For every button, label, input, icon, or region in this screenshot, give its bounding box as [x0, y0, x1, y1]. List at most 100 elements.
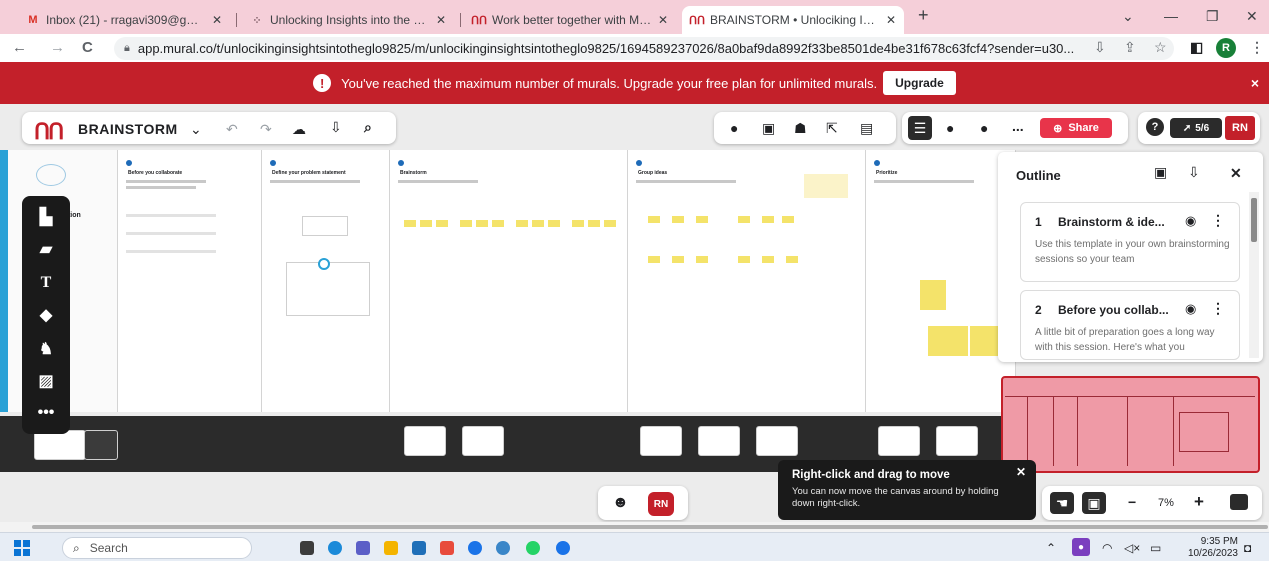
- restore-button[interactable]: ❐: [1206, 8, 1219, 25]
- windows-start-icon[interactable]: [14, 540, 30, 556]
- visibility-eye-icon[interactable]: ◉: [1185, 213, 1196, 229]
- emoji-icon[interactable]: ☻: [612, 494, 629, 512]
- teams-icon[interactable]: [356, 541, 370, 555]
- close-banner-icon[interactable]: ×: [1251, 75, 1259, 91]
- icons-library-icon[interactable]: ♞: [35, 338, 57, 360]
- frame-thumbnail[interactable]: [878, 426, 920, 456]
- share-page-icon[interactable]: ⇪: [1124, 39, 1136, 56]
- right-click-pan-icon[interactable]: ☚: [1050, 492, 1074, 514]
- frame-thumbnail[interactable]: [756, 426, 798, 456]
- bookmark-star-icon[interactable]: ☆: [1154, 39, 1167, 56]
- timer-button[interactable]: ➚ 5/6: [1170, 118, 1222, 138]
- zoom-out-button[interactable]: −: [1128, 494, 1136, 510]
- comments-icon[interactable]: ▣: [762, 120, 775, 137]
- more-options-icon[interactable]: ...: [1012, 118, 1024, 134]
- private-mode-icon[interactable]: ☗: [794, 120, 807, 137]
- zoom-level[interactable]: 7%: [1158, 497, 1174, 509]
- frame-thumbnail[interactable]: [698, 426, 740, 456]
- frame-thumbnail[interactable]: [936, 426, 978, 456]
- panel-group-ideas[interactable]: Group ideas: [628, 150, 866, 412]
- battery-icon[interactable]: ▭: [1150, 541, 1161, 555]
- user-avatar[interactable]: RN: [1225, 116, 1255, 140]
- frame-thumbnail[interactable]: [640, 426, 682, 456]
- outline-icon[interactable]: ☰: [908, 116, 932, 140]
- share-button[interactable]: ⊕ Share: [1040, 118, 1112, 138]
- forward-button[interactable]: →: [50, 39, 65, 56]
- undo-icon[interactable]: ↶: [226, 121, 238, 138]
- outline-scrollbar[interactable]: [1249, 192, 1259, 358]
- upgrade-button[interactable]: Upgrade: [883, 71, 956, 95]
- frame-thumbnail[interactable]: [404, 426, 446, 456]
- members-icon[interactable]: ●: [980, 120, 988, 136]
- search-icon[interactable]: ⌕: [364, 119, 372, 136]
- wifi-icon[interactable]: ◠: [1102, 541, 1112, 555]
- browser-menu-icon[interactable]: ⋮: [1250, 39, 1264, 56]
- chrome-profile-icon[interactable]: [556, 541, 570, 555]
- frame-thumbnail[interactable]: [34, 430, 86, 460]
- chrome-icon[interactable]: [468, 541, 482, 555]
- outline-item[interactable]: 1 Brainstorm & ide... ◉ ⋮ Use this templ…: [1020, 202, 1240, 282]
- download-outline-icon[interactable]: ⇩: [1188, 164, 1200, 181]
- reload-button[interactable]: C: [82, 39, 93, 56]
- back-button[interactable]: ←: [12, 39, 27, 56]
- image-icon[interactable]: ▨: [35, 370, 57, 392]
- whatsapp-icon[interactable]: [526, 541, 540, 555]
- frame-thumbnail[interactable]: [84, 430, 118, 460]
- present-icon[interactable]: ▣: [1154, 164, 1167, 181]
- tab-gmail[interactable]: M Inbox (21) - rragavi309@gmail.c ✕: [18, 6, 230, 34]
- mic-icon[interactable]: ●: [1072, 538, 1090, 556]
- outline-item[interactable]: 2 Before you collab... ◉ ⋮ A little bit …: [1020, 290, 1240, 360]
- minimap-toggle-icon[interactable]: [1230, 494, 1248, 510]
- office-icon[interactable]: [440, 541, 454, 555]
- tab-mural-work-better[interactable]: ՈՈ Work better together with Mura ✕: [464, 6, 676, 34]
- address-bar[interactable]: 🔒︎ app.mural.co/t/unlocikinginsightsinto…: [114, 37, 1174, 60]
- export-icon[interactable]: ⇩: [330, 119, 342, 136]
- summon-icon[interactable]: ⇱: [826, 120, 838, 137]
- panel-brainstorm[interactable]: Brainstorm: [390, 150, 628, 412]
- close-tab-icon[interactable]: ✕: [658, 13, 668, 27]
- horizontal-scrollbar[interactable]: [0, 522, 1269, 532]
- tab-brainstorm-active[interactable]: ՈՈ BRAINSTORM • Unlociking Insig ✕: [682, 6, 904, 34]
- notification-icon[interactable]: ◘: [1244, 541, 1251, 555]
- tab-search-chevron-icon[interactable]: ⌄: [1122, 8, 1134, 25]
- trackpad-mode-icon[interactable]: ▣: [1082, 492, 1106, 514]
- edge-icon[interactable]: [328, 541, 342, 555]
- close-tab-icon[interactable]: ✕: [436, 13, 446, 27]
- help-icon[interactable]: ?: [1146, 118, 1164, 136]
- store-icon[interactable]: [412, 541, 426, 555]
- tray-overflow-icon[interactable]: ⌃: [1046, 541, 1056, 555]
- install-app-icon[interactable]: ⇩: [1094, 39, 1106, 56]
- close-tab-icon[interactable]: ✕: [886, 13, 896, 27]
- shapes-icon[interactable]: ◆: [35, 304, 57, 326]
- tab-unlocking-insights[interactable]: ⁘ Unlocking Insights into the Glob ✕: [242, 6, 454, 34]
- close-outline-icon[interactable]: ✕: [1230, 165, 1242, 182]
- profile-avatar[interactable]: R: [1216, 38, 1236, 58]
- close-tooltip-icon[interactable]: ✕: [1016, 465, 1026, 479]
- chat-icon[interactable]: ●: [946, 120, 954, 136]
- visibility-eye-icon[interactable]: ◉: [1185, 301, 1196, 317]
- speaker-muted-icon[interactable]: ◁×: [1124, 541, 1140, 555]
- templates-icon[interactable]: ▙: [35, 206, 57, 228]
- item-menu-icon[interactable]: ⋮: [1211, 212, 1225, 229]
- panel-define-problem[interactable]: Define your problem statement: [262, 150, 390, 412]
- text-icon[interactable]: T: [35, 272, 57, 294]
- mural-logo-icon[interactable]: ՈՈ: [34, 119, 64, 145]
- taskbar-search[interactable]: ⌕ Search: [62, 537, 252, 559]
- new-tab-button[interactable]: +: [918, 5, 929, 26]
- minimap[interactable]: [1001, 376, 1260, 473]
- redo-icon[interactable]: ↷: [260, 121, 272, 138]
- settings-icon[interactable]: [496, 541, 510, 555]
- minimize-button[interactable]: —: [1164, 8, 1178, 24]
- system-clock[interactable]: 9:35 PM 10/26/2023: [1178, 536, 1238, 560]
- celebrate-icon[interactable]: ●: [730, 120, 738, 136]
- frame-thumbnail[interactable]: [462, 426, 504, 456]
- item-menu-icon[interactable]: ⋮: [1211, 300, 1225, 317]
- more-tools-icon[interactable]: •••: [35, 402, 57, 424]
- panel-prioritize[interactable]: Prioritize: [866, 150, 1016, 412]
- chevron-down-icon[interactable]: ⌄: [190, 121, 202, 138]
- close-window-button[interactable]: ✕: [1246, 8, 1258, 25]
- panel-before-you-collaborate[interactable]: Before you collaborate: [118, 150, 262, 412]
- cloud-saved-icon[interactable]: ☁: [292, 121, 306, 138]
- side-panel-icon[interactable]: ◧: [1190, 39, 1203, 56]
- mural-title[interactable]: BRAINSTORM: [78, 121, 178, 137]
